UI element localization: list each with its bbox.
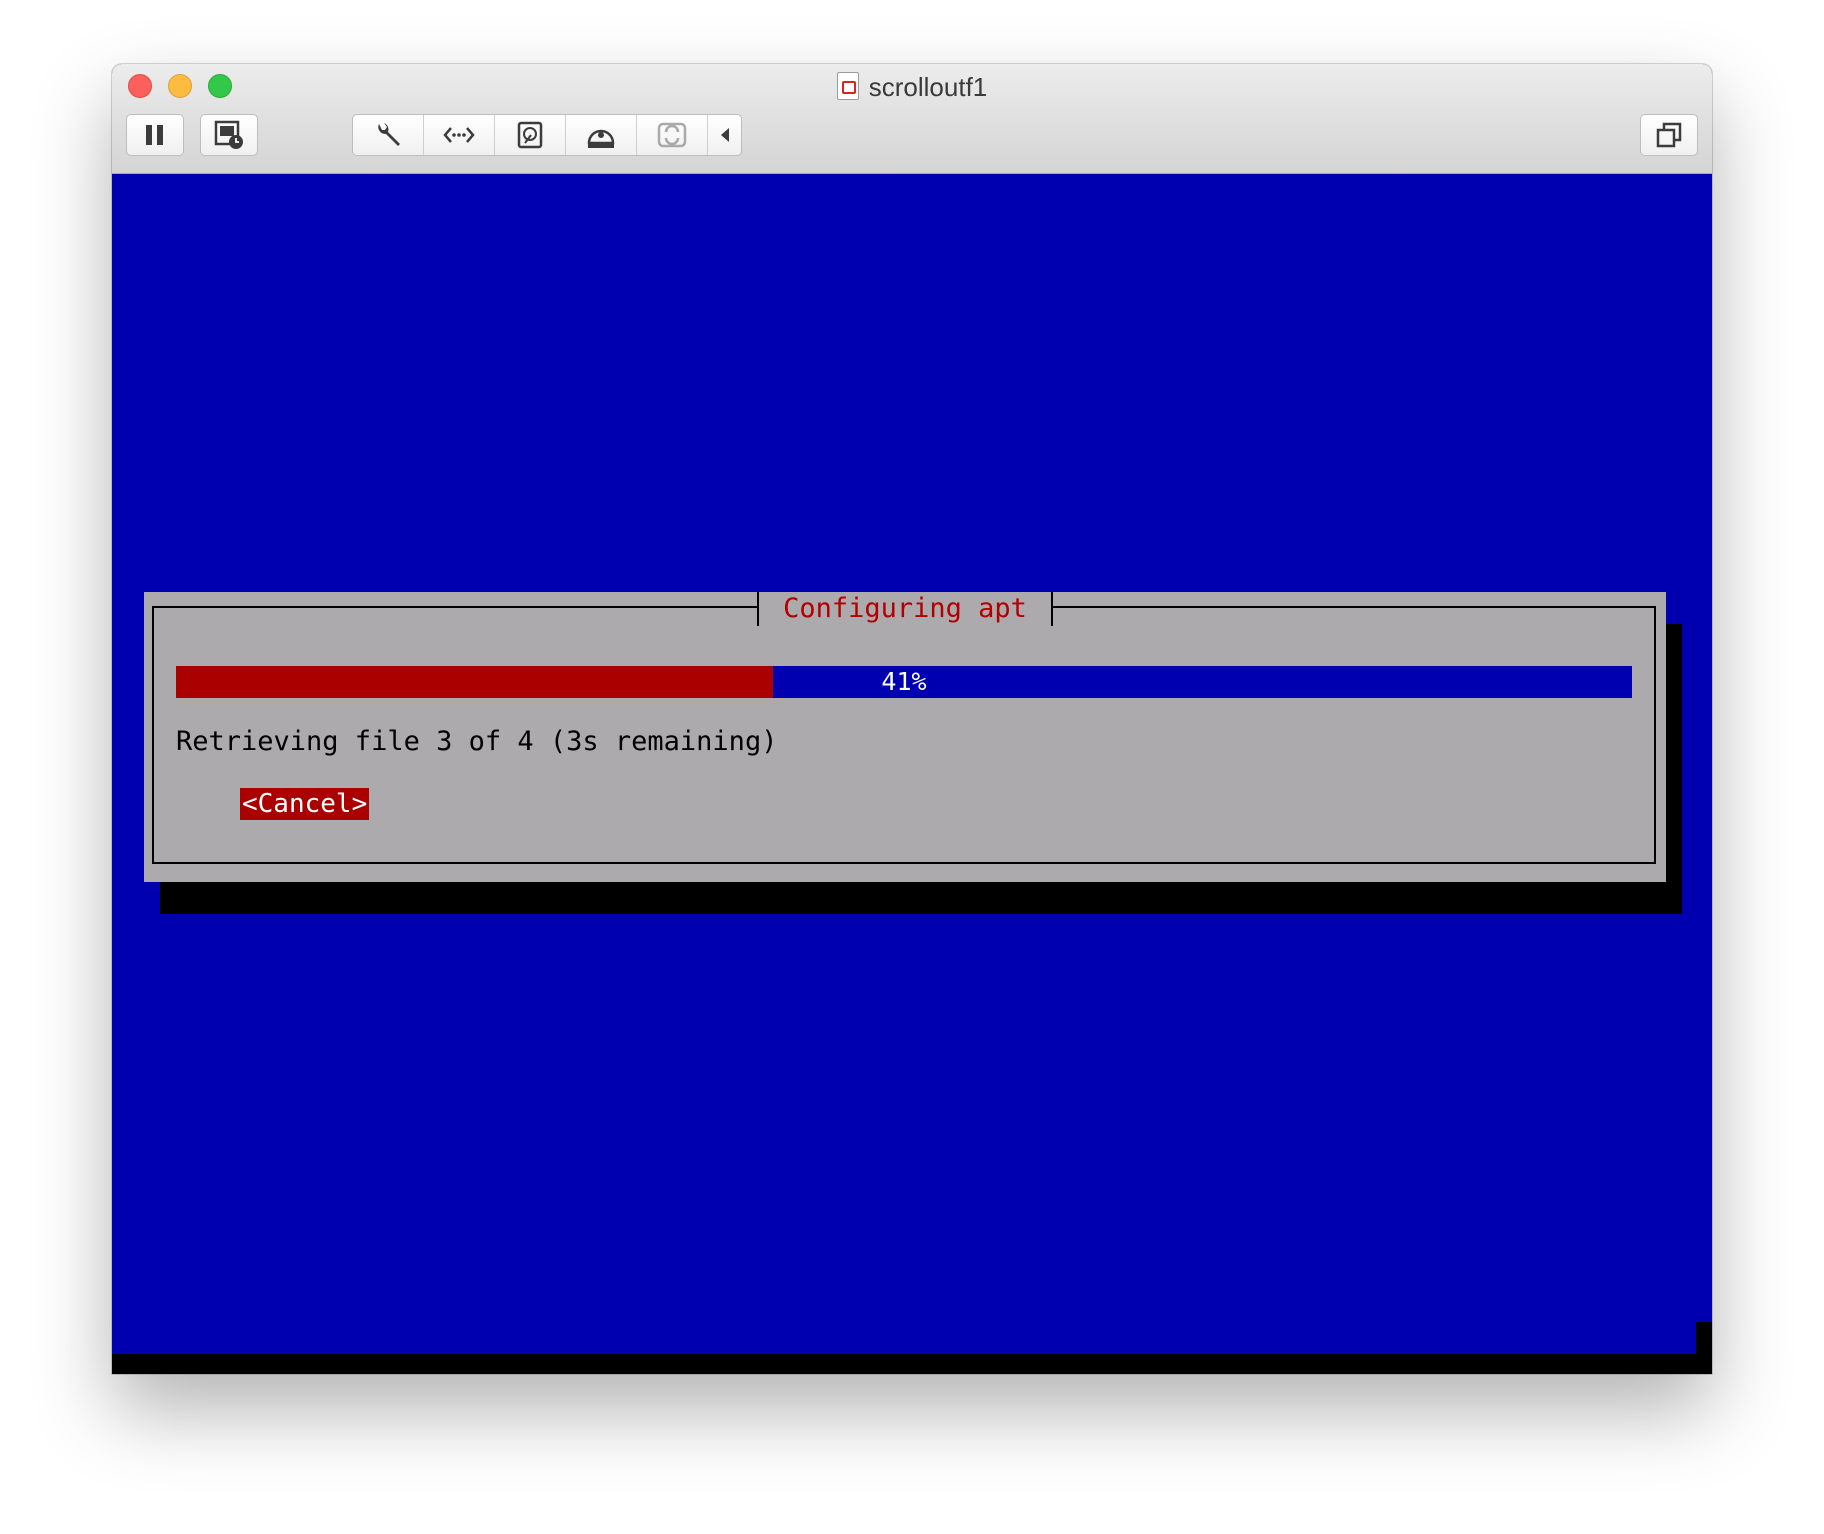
collapse-arrow-icon bbox=[720, 128, 729, 142]
snapshot-button[interactable] bbox=[200, 114, 258, 156]
network-button[interactable] bbox=[424, 115, 494, 155]
settings-button[interactable] bbox=[353, 115, 423, 155]
title-bar[interactable]: scrolloutf1 bbox=[112, 64, 1712, 174]
pause-button[interactable] bbox=[126, 114, 184, 156]
network-icon bbox=[443, 127, 475, 143]
wrench-icon bbox=[378, 123, 400, 146]
status-message: Retrieving file 3 of 4 (3s remaining) bbox=[176, 726, 778, 757]
progress-label: 41% bbox=[881, 667, 927, 696]
usb-icon bbox=[657, 122, 687, 148]
window-title-container: scrolloutf1 bbox=[112, 72, 1712, 102]
optical-disk-icon bbox=[587, 129, 615, 148]
collapse-toolbar-button[interactable] bbox=[708, 115, 741, 155]
optical-disk-button[interactable] bbox=[566, 115, 636, 155]
usb-button[interactable] bbox=[637, 115, 707, 155]
progress-bar: 41% bbox=[176, 666, 1632, 698]
vm-screen[interactable]: Configuring apt 41% Retrieving file 3 of… bbox=[112, 174, 1712, 1374]
dialog-title: Configuring apt bbox=[757, 592, 1053, 626]
vm-window: scrolloutf1 Configuring apt 41% Retrievi… bbox=[112, 64, 1712, 1374]
dialog-title-container: Configuring apt bbox=[144, 592, 1666, 626]
snapshot-icon bbox=[214, 120, 243, 149]
pause-icon bbox=[146, 125, 163, 145]
window-title: scrolloutf1 bbox=[868, 72, 988, 102]
configuring-apt-dialog: Configuring apt 41% Retrieving file 3 of… bbox=[144, 592, 1666, 882]
device-toolbar-group bbox=[352, 114, 742, 156]
screen-right-bar bbox=[1696, 1322, 1712, 1374]
vm-document-icon bbox=[836, 72, 859, 100]
cancel-button[interactable]: <Cancel> bbox=[240, 788, 370, 820]
hard-disk-icon bbox=[517, 121, 543, 149]
screen-bottom-bar bbox=[112, 1354, 1712, 1374]
window-mode-icon bbox=[1656, 122, 1682, 148]
window-mode-button[interactable] bbox=[1640, 114, 1698, 156]
hard-disk-button[interactable] bbox=[495, 115, 565, 155]
